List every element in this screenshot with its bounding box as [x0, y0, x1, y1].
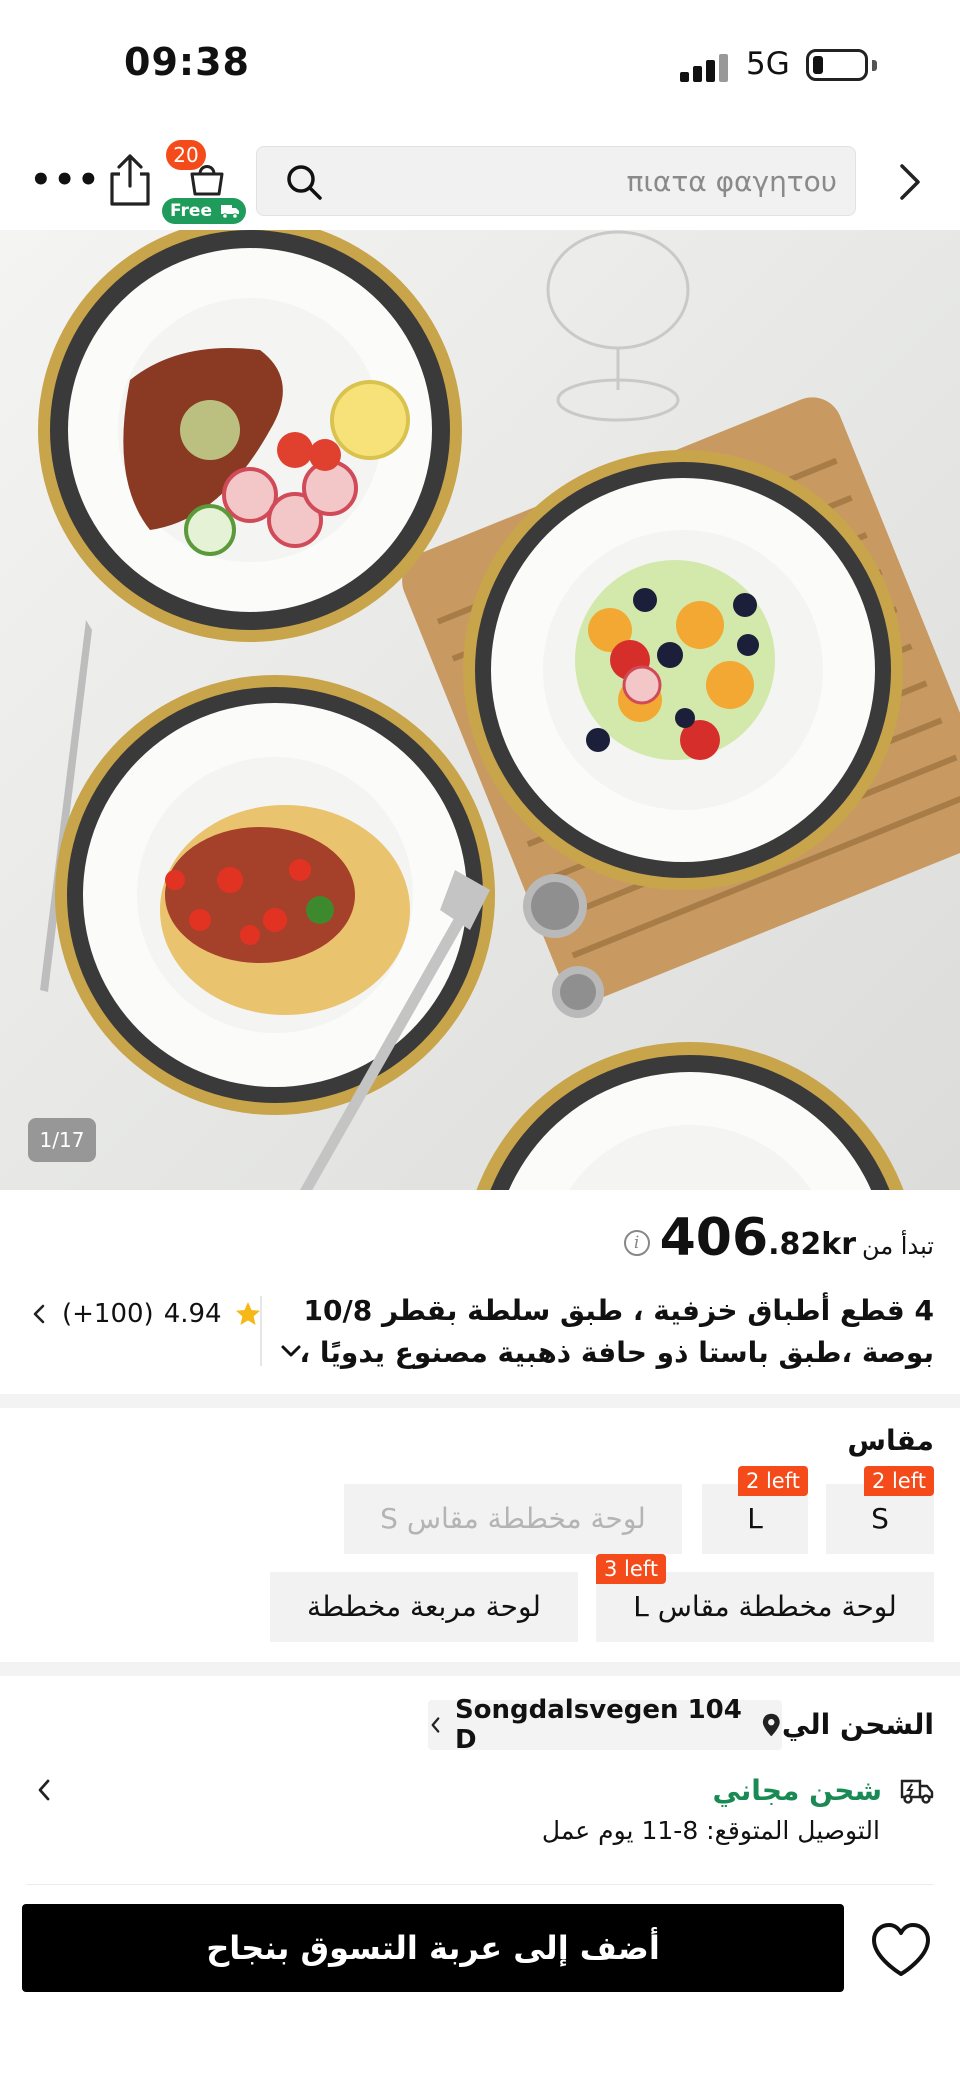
search-input[interactable]: πιατα φαγητου [256, 146, 856, 216]
free-shipping-tag: Free [162, 198, 246, 224]
heart-icon[interactable] [870, 1922, 932, 1978]
search-icon [287, 165, 322, 200]
price-cents: .82 [768, 1227, 822, 1262]
location-pin-icon [763, 1713, 781, 1737]
status-time: 09:38 [124, 40, 250, 84]
share-icon[interactable] [106, 152, 154, 208]
price-currency: kr [821, 1227, 857, 1262]
search-placeholder: πιατα φαγητου [626, 165, 837, 198]
size-option-s[interactable]: S 2 left [826, 1466, 934, 1554]
size-label: L [747, 1502, 763, 1535]
chevron-left-icon[interactable] [34, 1776, 54, 1804]
size-label: لوحة مخططة مقاس L [633, 1590, 897, 1623]
size-option-striped-l[interactable]: لوحة مخططة مقاس L 3 left [596, 1554, 934, 1642]
size-option-square-striped[interactable]: لوحة مربعة مخططة [270, 1572, 578, 1642]
chevron-left-icon [33, 1304, 45, 1324]
plate-steak [38, 230, 462, 642]
price-row: تبدأ من 406.82 kr i [623, 1208, 934, 1268]
product-photo [38, 230, 960, 1190]
price-prefix: تبدأ من [862, 1232, 934, 1260]
shipping-title: الشحن الي [781, 1708, 934, 1741]
section-divider [0, 1394, 960, 1408]
free-shipping-label: شحن مجاني [712, 1773, 882, 1807]
plate-salad [463, 450, 903, 890]
stock-badge: 2 left [737, 1466, 808, 1496]
add-to-cart-button[interactable]: أضف إلى عربة التسوق بنجاح [22, 1904, 844, 1992]
free-label: Free [170, 201, 212, 221]
divider [26, 1884, 934, 1885]
chevron-down-icon[interactable] [274, 1334, 308, 1368]
signal-icon [680, 52, 732, 82]
size-label: S [871, 1502, 889, 1535]
product-image[interactable]: 1/17 [0, 230, 960, 1190]
forward-icon[interactable] [890, 160, 930, 204]
size-label: لوحة مخططة مقاس S [380, 1502, 646, 1535]
nav-bar: ••• 20 Free πιατα φαγητου [0, 140, 960, 230]
wine-glass [546, 230, 690, 422]
battery-tip [872, 60, 877, 71]
truck-icon [900, 1779, 934, 1804]
free-shipping-row[interactable]: شحن مجاني [712, 1768, 934, 1812]
size-label: لوحة مربعة مخططة [307, 1590, 541, 1623]
size-title: مقاس [847, 1424, 934, 1457]
review-count: (+100) [62, 1299, 154, 1329]
more-icon[interactable]: ••• [30, 160, 99, 200]
address-text: Songdalsvegen 104 D [454, 1695, 742, 1755]
product-title[interactable]: 4 قطع أطباق خزفية ، طبق سلطة بقطر 10/8 ب… [274, 1290, 934, 1374]
plate-partial [476, 1042, 904, 1190]
network-label: 5G [746, 46, 790, 82]
title-line-1: 4 قطع أطباق خزفية ، طبق سلطة بقطر 10/8 [303, 1294, 934, 1327]
info-icon[interactable]: i [623, 1230, 650, 1256]
cart-count-badge: 20 [166, 140, 206, 170]
chevron-left-icon [431, 1717, 440, 1733]
title-line-2: بوصة ،طبق باستا ذو حافة ذهبية مصنوع يدوي… [299, 1336, 934, 1369]
star-icon [235, 1302, 260, 1325]
truck-icon [221, 205, 239, 219]
size-option-striped-s[interactable]: لوحة مخططة مقاس S [344, 1484, 682, 1554]
plate-pasta [55, 675, 495, 1115]
delivery-estimate: التوصيل المتوقع: 8-11 يوم عمل [541, 1816, 880, 1845]
address-selector[interactable]: Songdalsvegen 104 D [428, 1695, 782, 1755]
cart-button[interactable]: 20 Free [160, 140, 250, 230]
stock-badge: 3 left [596, 1554, 667, 1584]
size-option-l[interactable]: L 2 left [702, 1466, 808, 1554]
status-bar: 09:38 5G [0, 0, 960, 130]
rating-value: 4.94 [163, 1299, 222, 1329]
section-divider [0, 1662, 960, 1676]
battery-icon [806, 49, 868, 81]
stock-badge: 2 left [863, 1466, 934, 1496]
image-counter: 1/17 [28, 1118, 96, 1162]
rating-link[interactable]: (+100) 4.94 [30, 1294, 262, 1334]
price-main: 406 [659, 1208, 769, 1268]
